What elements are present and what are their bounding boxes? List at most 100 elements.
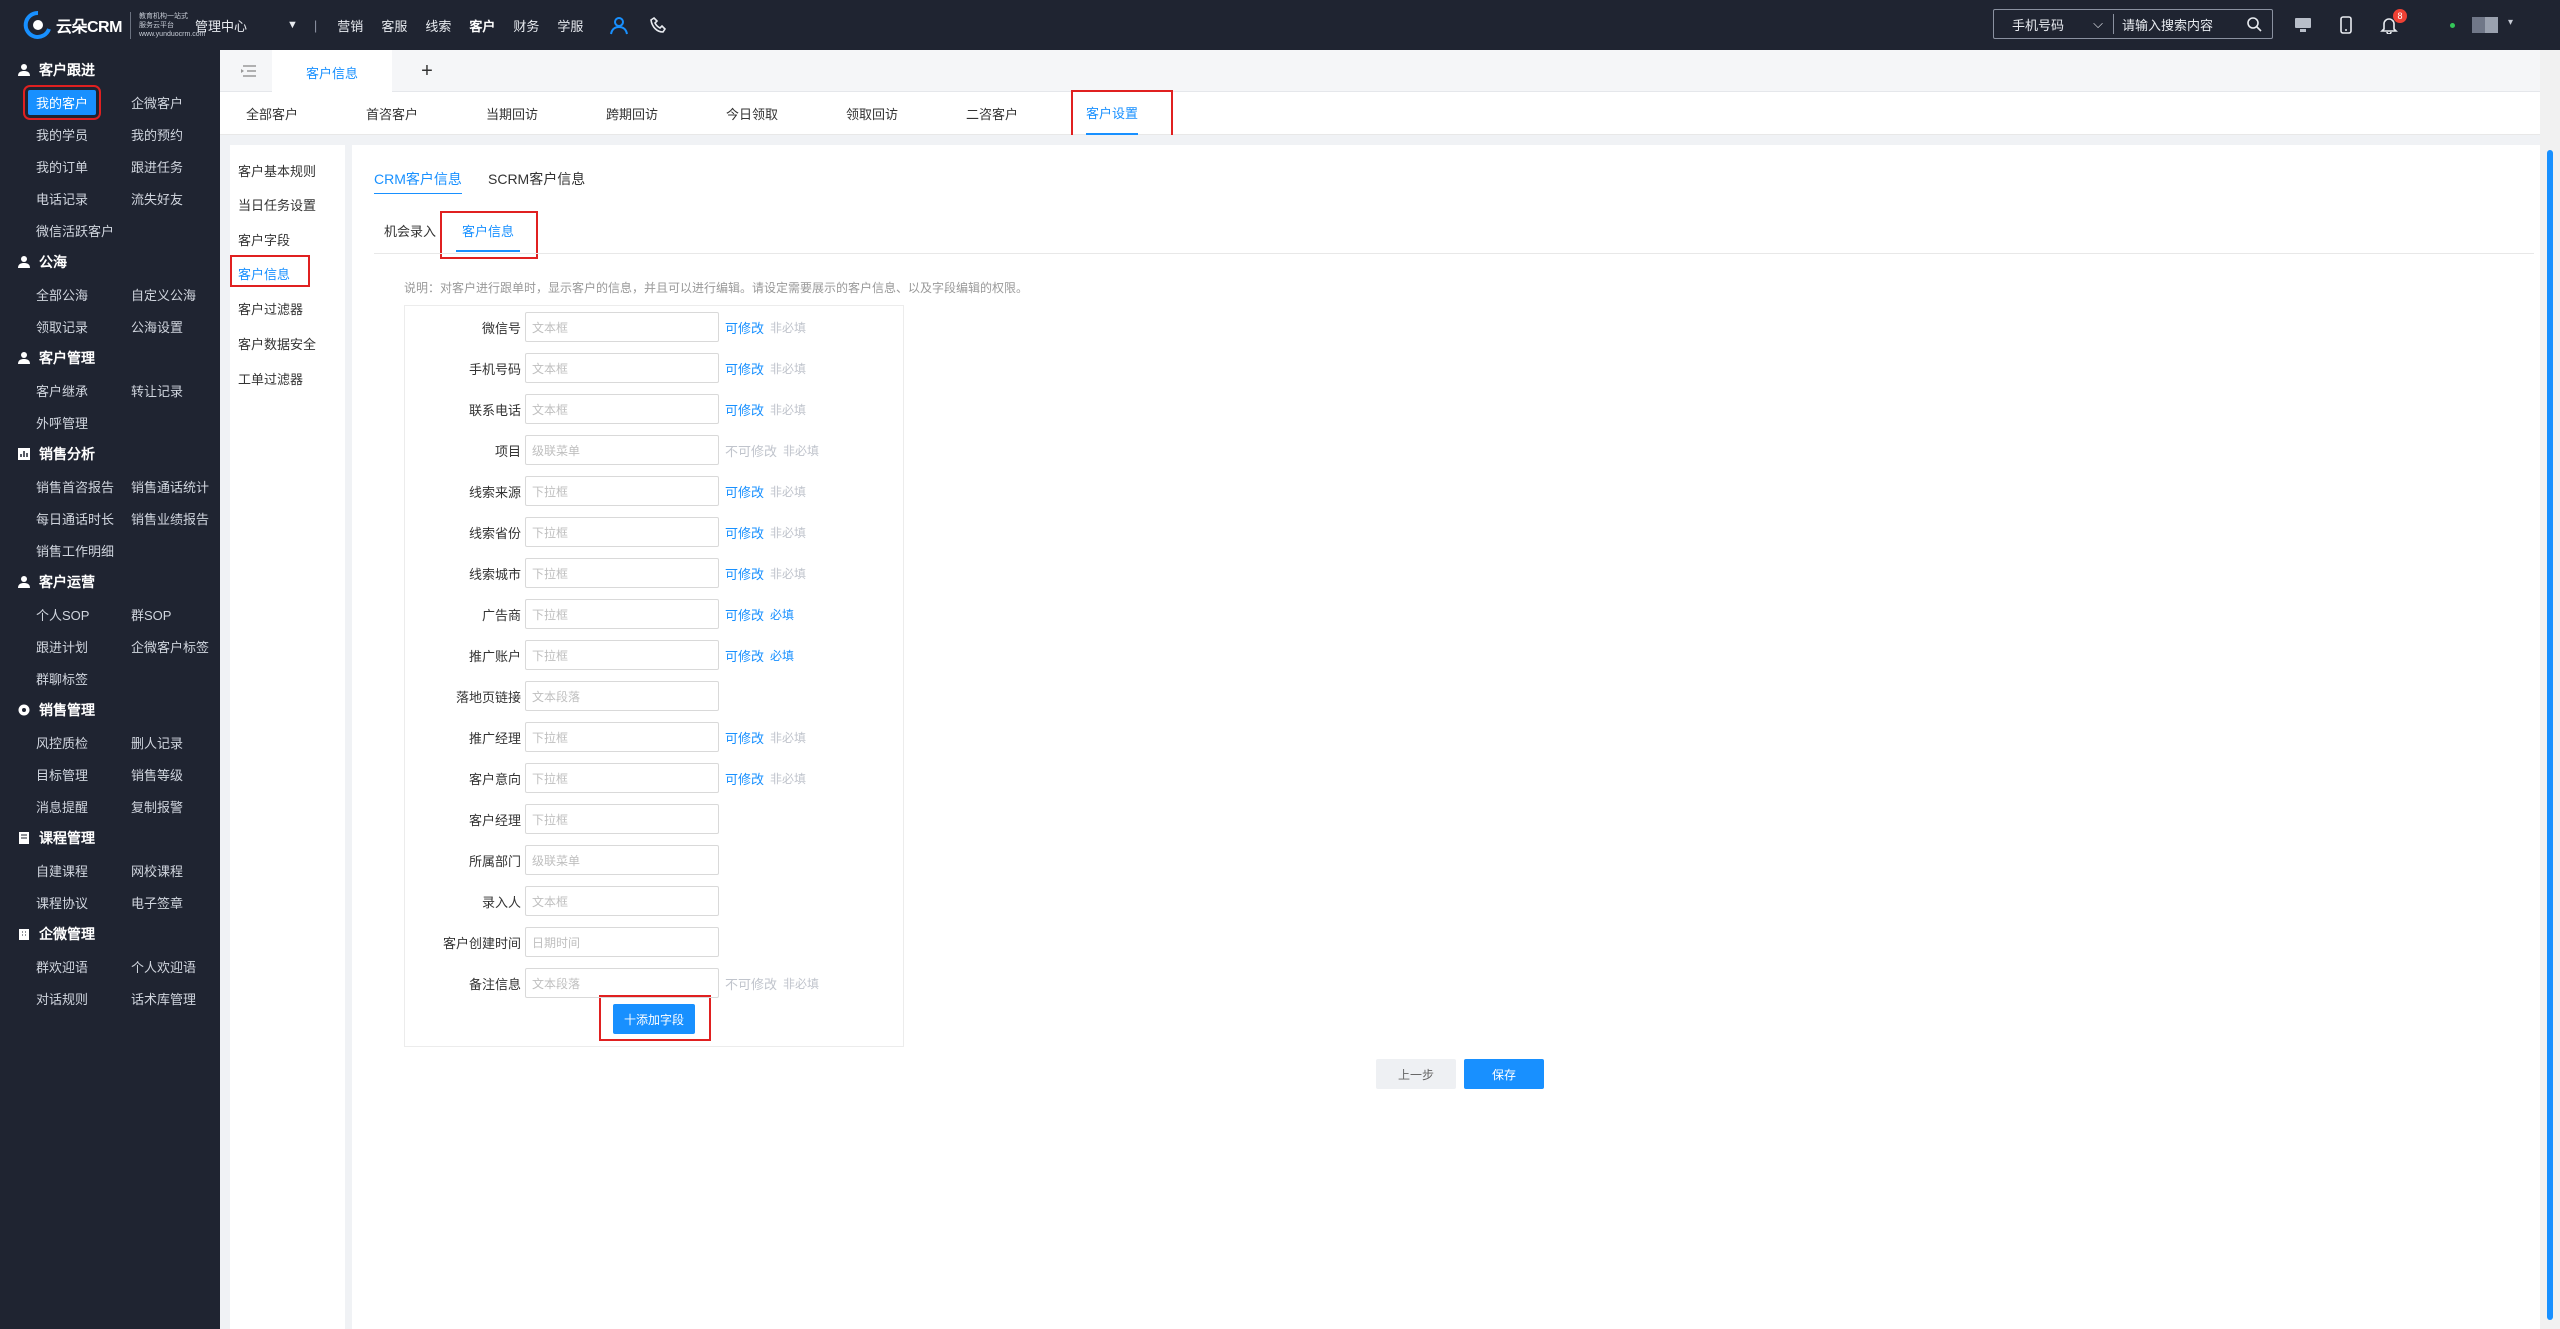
subtab-first-inquiry[interactable]: 首咨客户 bbox=[366, 92, 418, 135]
edit-permission-toggle[interactable]: 可修改 bbox=[725, 646, 764, 665]
page-tab-customer-info[interactable]: 客户信息 bbox=[272, 50, 392, 92]
required-toggle[interactable]: 非必填 bbox=[783, 442, 819, 459]
nav-leads[interactable]: 线索 bbox=[425, 16, 451, 35]
sidebar-item[interactable]: 跟进计划 bbox=[36, 630, 131, 662]
required-toggle[interactable]: 必填 bbox=[770, 606, 794, 623]
sidebar-item[interactable]: 销售首咨报告 bbox=[36, 470, 131, 502]
sidebar-group-title[interactable]: 企微管理 bbox=[16, 918, 220, 950]
field-type-input[interactable]: 下拉框 bbox=[525, 558, 719, 588]
edit-permission-toggle[interactable]: 可修改 bbox=[725, 728, 764, 747]
required-toggle[interactable]: 非必填 bbox=[770, 360, 806, 377]
required-toggle[interactable]: 非必填 bbox=[770, 319, 806, 336]
sidebar-item[interactable]: 个人欢迎语 bbox=[131, 950, 226, 982]
mobile-icon[interactable] bbox=[2333, 12, 2359, 38]
sidebar-item[interactable]: 群欢迎语 bbox=[36, 950, 131, 982]
settings-nav-customer-filter[interactable]: 客户过滤器 bbox=[238, 299, 303, 318]
field-type-input[interactable]: 文本框 bbox=[525, 886, 719, 916]
sidebar-item[interactable]: 风控质检 bbox=[36, 726, 131, 758]
sidebar-group-title[interactable]: 公海 bbox=[16, 246, 220, 278]
sidebar-item[interactable]: 复制报警 bbox=[131, 790, 226, 822]
search-icon[interactable] bbox=[2246, 16, 2262, 32]
page-scrollbar[interactable] bbox=[2540, 50, 2560, 1329]
settings-nav-daily-task[interactable]: 当日任务设置 bbox=[238, 195, 316, 214]
sidebar-item[interactable]: 对话规则 bbox=[36, 982, 131, 1014]
management-center-menu[interactable]: 管理中心 bbox=[195, 16, 247, 35]
tab-crm-customer-info[interactable]: CRM客户信息 bbox=[374, 169, 462, 194]
settings-nav-customer-fields[interactable]: 客户字段 bbox=[238, 230, 290, 249]
subtab-today-claimed[interactable]: 今日领取 bbox=[726, 92, 778, 135]
avatar[interactable] bbox=[2472, 17, 2498, 33]
sidebar-item[interactable]: 话术库管理 bbox=[131, 982, 226, 1014]
bell-icon[interactable]: 8 bbox=[2376, 9, 2407, 38]
required-toggle[interactable]: 非必填 bbox=[770, 401, 806, 418]
required-toggle[interactable]: 非必填 bbox=[770, 524, 806, 541]
tab-opportunity-entry[interactable]: 机会录入 bbox=[384, 221, 436, 240]
settings-nav-ticket-filter[interactable]: 工单过滤器 bbox=[238, 369, 303, 388]
sidebar-item[interactable]: 领取记录 bbox=[36, 310, 131, 342]
sidebar-group-title[interactable]: 课程管理 bbox=[16, 822, 220, 854]
chevron-down-icon[interactable]: ▾ bbox=[2508, 17, 2513, 28]
required-toggle[interactable]: 非必填 bbox=[783, 975, 819, 992]
sidebar-item[interactable]: 删人记录 bbox=[131, 726, 226, 758]
search-input[interactable]: 请输入搜索内容 bbox=[2114, 15, 2246, 34]
sidebar-item[interactable]: 我的客户 bbox=[22, 84, 131, 120]
field-type-input[interactable]: 文本框 bbox=[525, 394, 719, 424]
edit-permission-toggle[interactable]: 可修改 bbox=[725, 564, 764, 583]
sidebar-group-title[interactable]: 客户运营 bbox=[16, 566, 220, 598]
sidebar-item[interactable]: 企微客户标签 bbox=[131, 630, 226, 662]
subtab-claim-revisit[interactable]: 领取回访 bbox=[846, 92, 898, 135]
settings-nav-basic-rules[interactable]: 客户基本规则 bbox=[238, 161, 316, 180]
sidebar-item[interactable]: 客户继承 bbox=[36, 374, 131, 406]
sidebar-item[interactable]: 自建课程 bbox=[36, 854, 131, 886]
field-type-input[interactable]: 下拉框 bbox=[525, 722, 719, 752]
field-type-input[interactable]: 级联菜单 bbox=[525, 435, 719, 465]
edit-permission-toggle[interactable]: 可修改 bbox=[725, 318, 764, 337]
edit-permission-toggle[interactable]: 可修改 bbox=[725, 482, 764, 501]
nav-finance[interactable]: 财务 bbox=[513, 16, 539, 35]
field-type-input[interactable]: 下拉框 bbox=[525, 599, 719, 629]
sidebar-group-title[interactable]: 销售分析 bbox=[16, 438, 220, 470]
sidebar-item[interactable]: 我的学员 bbox=[36, 118, 131, 150]
field-type-input[interactable]: 文本段落 bbox=[525, 968, 719, 998]
sidebar-item[interactable]: 流失好友 bbox=[131, 182, 226, 214]
nav-service[interactable]: 客服 bbox=[381, 16, 407, 35]
sidebar-item[interactable]: 全部公海 bbox=[36, 278, 131, 310]
add-tab-icon[interactable]: + bbox=[402, 50, 452, 92]
sidebar-group-title[interactable]: 客户管理 bbox=[16, 342, 220, 374]
desktop-icon[interactable] bbox=[2290, 12, 2316, 38]
edit-permission-toggle[interactable]: 可修改 bbox=[725, 359, 764, 378]
field-type-input[interactable]: 级联菜单 bbox=[525, 845, 719, 875]
sidebar-item[interactable]: 企微客户 bbox=[131, 86, 226, 118]
brand-logo[interactable]: 云朵CRM 教育机构一站式服务云平台 www.yunduocrm.com bbox=[22, 9, 205, 41]
subtab-all-customers[interactable]: 全部客户 bbox=[246, 92, 298, 135]
sidebar-group-title[interactable]: 销售管理 bbox=[16, 694, 220, 726]
nav-marketing[interactable]: 营销 bbox=[337, 16, 363, 35]
search-type-select[interactable]: 手机号码 ⌵ bbox=[1994, 14, 2114, 34]
sidebar-item[interactable]: 每日通话时长 bbox=[36, 502, 131, 534]
edit-permission-toggle[interactable]: 可修改 bbox=[725, 769, 764, 788]
sidebar-item[interactable]: 课程协议 bbox=[36, 886, 131, 918]
subtab-second-inquiry[interactable]: 二咨客户 bbox=[966, 92, 1018, 135]
sidebar-item[interactable]: 我的订单 bbox=[36, 150, 131, 182]
field-type-input[interactable]: 文本段落 bbox=[525, 681, 719, 711]
sidebar-item[interactable]: 消息提醒 bbox=[36, 790, 131, 822]
edit-permission-toggle[interactable]: 可修改 bbox=[725, 400, 764, 419]
field-type-input[interactable]: 下拉框 bbox=[525, 517, 719, 547]
sidebar-item[interactable]: 微信活跃客户 bbox=[36, 214, 131, 246]
sidebar-item[interactable]: 电子签章 bbox=[131, 886, 226, 918]
sidebar-item[interactable]: 群SOP bbox=[131, 598, 226, 630]
edit-permission-toggle[interactable]: 不可修改 bbox=[725, 974, 777, 993]
sidebar-group-title[interactable]: 客户跟进 bbox=[16, 54, 220, 86]
edit-permission-toggle[interactable]: 可修改 bbox=[725, 605, 764, 624]
sidebar-item[interactable]: 电话记录 bbox=[36, 182, 131, 214]
sidebar-item[interactable]: 销售工作明细 bbox=[36, 534, 131, 566]
required-toggle[interactable]: 非必填 bbox=[770, 565, 806, 582]
scrollbar-thumb[interactable] bbox=[2547, 150, 2553, 1320]
nav-student-service[interactable]: 学服 bbox=[557, 16, 583, 35]
sidebar-item[interactable]: 销售通话统计 bbox=[131, 470, 226, 502]
menu-collapse-icon[interactable] bbox=[238, 60, 260, 82]
required-toggle[interactable]: 非必填 bbox=[770, 483, 806, 500]
required-toggle[interactable]: 非必填 bbox=[770, 770, 806, 787]
sidebar-item[interactable]: 外呼管理 bbox=[36, 406, 131, 438]
sidebar-item[interactable]: 网校课程 bbox=[131, 854, 226, 886]
